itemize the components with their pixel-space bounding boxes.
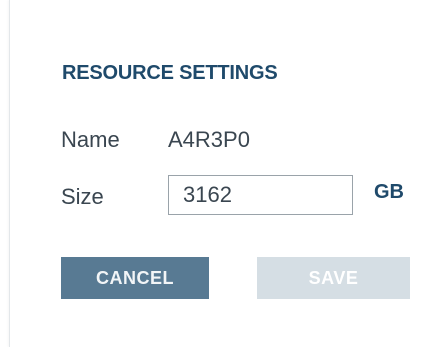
resource-settings-panel: RESOURCE SETTINGS Name A4R3P0 Size GB CA… (9, 0, 447, 347)
size-input[interactable] (168, 175, 353, 215)
size-label: Size (61, 184, 104, 209)
dialog-title: RESOURCE SETTINGS (62, 62, 278, 84)
name-label: Name (61, 127, 120, 152)
cancel-button[interactable]: CANCEL (61, 257, 209, 299)
size-unit-label: GB (374, 181, 404, 203)
save-button[interactable]: SAVE (257, 257, 410, 299)
name-value: A4R3P0 (168, 127, 250, 152)
